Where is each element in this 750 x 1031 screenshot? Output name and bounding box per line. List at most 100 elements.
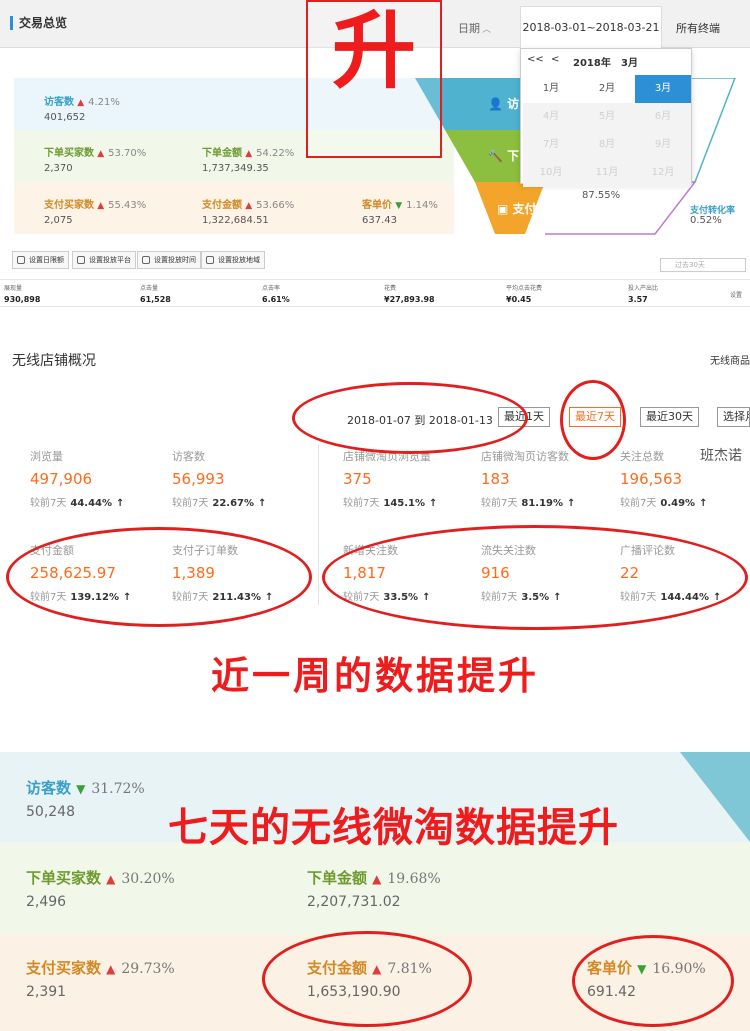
rise-annotation-box: 升 [306, 0, 442, 158]
mobile-products-link[interactable]: 无线商品 [710, 352, 750, 367]
down-arrow-icon: ▼ [395, 201, 403, 211]
location-icon [206, 256, 214, 264]
settings-icon [77, 256, 85, 264]
up-arrow-icon: ↑ [264, 592, 274, 603]
funnel-pay-label: ▣ 支付 [497, 202, 537, 216]
up-arrow-icon: ↑ [122, 592, 132, 603]
stat-clicks: 点击量 61,528 [140, 285, 171, 304]
up-arrow-icon: ↑ [429, 498, 438, 509]
month-cell-disabled: 4月 [523, 103, 579, 131]
calendar-month-grid: 1月 2月 3月 4月 5月 6月 7月 8月 9月 10月 11月 12月 [521, 71, 691, 187]
set-time-button[interactable]: 设置投放时间 [137, 251, 201, 269]
metric-unit-price: 客单价 ▼ 16.90% 691.42 [587, 959, 706, 1000]
clock-icon [142, 256, 150, 264]
metric-visitors: 访客数 ▼ 31.72% 50,248 [26, 779, 145, 820]
up-arrow-icon: ↑ [699, 498, 708, 509]
down-arrow-icon: ▼ [76, 782, 86, 796]
month-cell-selected[interactable]: 3月 [635, 75, 691, 103]
overview-title: 交易总览 [10, 16, 67, 30]
up-arrow-icon: ↑ [422, 592, 431, 603]
metric-pay-amount: 支付金额 ▲ 53.66% 1,322,684.51 [202, 200, 295, 226]
settings-icon [17, 256, 25, 264]
metric-pay-buyers: 支付买家数 ▲ 55.43% 2,075 [44, 200, 147, 226]
month-cell[interactable]: 2月 [579, 75, 635, 103]
chevron-up-icon: ︿ [482, 25, 492, 35]
metric-order-amount: 下单金额 ▲ 54.22% 1,737,349.35 [202, 148, 295, 174]
metric-pay-buyers: 支付买家数 ▲ 29.73% 2,391 [26, 959, 175, 1000]
funnel-rate-1: 87.55% [582, 190, 621, 201]
kpi-payment-amount: 支付金额 258,625.97 较前7天 139.12% ↑ [30, 544, 132, 603]
weekly-funnel-zoom: 访客数 ▼ 31.72% 50,248 下单买家数 ▲ 30.20% 2,496 下… [0, 745, 750, 1031]
user-icon: 👤 [488, 97, 508, 111]
weekly-improvement-caption: 近一周的数据提升 [210, 654, 539, 698]
up-arrow-icon: ↑ [553, 592, 562, 603]
terminal-select[interactable]: 所有终端 [676, 20, 720, 36]
month-cell-disabled: 5月 [579, 103, 635, 131]
date-range-text: 2018-01-07 到 2018-01-13 [347, 414, 493, 427]
settings-link[interactable]: 设置 [730, 290, 742, 299]
month-cell-disabled: 7月 [523, 131, 579, 159]
kpi-weitao-visitors: 店铺微淘页访客数 183 较前7天 81.19% ↑ [481, 450, 576, 509]
month-calendar-dropdown[interactable]: << < 2018年 3月 1月 2月 3月 4月 5月 6月 7月 8月 9月… [520, 48, 692, 187]
section-title: 无线店铺概况 [12, 353, 96, 369]
set-platform-button[interactable]: 设置投放平台 [72, 251, 136, 269]
stat-ctr: 点击率 6.61% [262, 285, 290, 304]
metric-order-buyers: 下单买家数 ▲ 30.20% 2,496 [26, 869, 175, 910]
up-arrow-icon: ↑ [712, 592, 722, 603]
last-30-days-button[interactable]: 最近30天 [640, 407, 699, 427]
trade-overview-panel: 交易总览 日期 ︿ 2018-03-01~2018-03-21 所有终端 👤 访 … [0, 0, 750, 330]
metric-order-buyers: 下单买家数 ▲ 53.70% 2,370 [44, 148, 147, 174]
calendar-year: 2018年 [573, 58, 611, 69]
set-daily-limit-button[interactable]: 设置日限额 [12, 251, 69, 269]
metric-order-amount: 下单金额 ▲ 19.68% 2,207,731.02 [307, 869, 441, 910]
up-arrow-icon: ▲ [245, 201, 253, 211]
stat-impressions: 展现量 930,898 [4, 285, 41, 304]
metric-unit-price: 客单价 ▼ 1.14% 637.43 [362, 200, 438, 226]
month-cell-disabled: 8月 [579, 131, 635, 159]
kpi-broadcast-comments: 广播评论数 22 较前7天 144.44% ↑ [620, 544, 722, 603]
up-arrow-icon: ▲ [372, 962, 382, 976]
pay-conversion-value: 0.52% [690, 215, 722, 226]
date-filter[interactable]: 日期 ︿ [458, 20, 491, 36]
funnel-visit-label: 👤 访 [488, 97, 520, 111]
up-arrow-icon: ▲ [106, 962, 116, 976]
calendar-month: 3月 [621, 58, 638, 69]
period-select[interactable]: 过去30天 [660, 258, 746, 272]
month-cell[interactable]: 1月 [523, 75, 579, 103]
prev-year-button[interactable]: << [527, 54, 544, 65]
date-range-picker[interactable]: 2018-03-01~2018-03-21 [520, 6, 662, 48]
month-cell-disabled: 12月 [635, 159, 691, 187]
up-arrow-icon: ▲ [245, 149, 253, 159]
kpi-total-followers: 关注总数 196,563 较前7天 0.49% ↑ [620, 450, 708, 509]
kpi-weitao-pageviews: 店铺微淘页浏览量 375 较前7天 145.1% ↑ [343, 450, 438, 509]
up-arrow-icon: ▲ [77, 98, 85, 108]
prev-month-button[interactable]: < [551, 54, 559, 65]
up-arrow-icon: ↑ [258, 498, 267, 509]
month-cell-disabled: 6月 [635, 103, 691, 131]
up-arrow-icon: ▲ [372, 872, 382, 886]
metric-pay-amount: 支付金额 ▲ 7.81% 1,653,190.90 [307, 959, 432, 1000]
seven-day-improvement-caption: 七天的无线微淘数据提升 [168, 805, 619, 851]
select-month-button[interactable]: 选择月 [717, 407, 750, 427]
month-cell-disabled: 10月 [523, 159, 579, 187]
metric-visitors: 访客数 ▲ 4.21% 401,652 [44, 97, 120, 123]
up-arrow-icon: ↑ [567, 498, 576, 509]
funnel-edge-decoration [680, 752, 750, 842]
up-arrow-icon: ↑ [116, 498, 125, 509]
kpi-pageviews: 浏览量 497,906 较前7天 44.44% ↑ [30, 450, 125, 509]
funnel-order-label: 🔨 下 [488, 149, 520, 163]
wallet-icon: ▣ [497, 202, 513, 216]
month-cell-disabled: 11月 [579, 159, 635, 187]
date-filter-label: 日期 [458, 22, 480, 35]
up-arrow-icon: ▲ [97, 149, 105, 159]
set-region-button[interactable]: 设置投放地域 [201, 251, 265, 269]
kpi-new-followers: 新增关注数 1,817 较前7天 33.5% ↑ [343, 544, 431, 603]
ad-stats-row: 展现量 930,898 点击量 61,528 点击率 6.61% 花费 ¥27,893.… [0, 279, 750, 307]
kpi-payment-suborders: 支付子订单数 1,389 较前7天 211.43% ↑ [172, 544, 274, 603]
kpi-visitors: 访客数 56,993 较前7天 22.67% ↑ [172, 450, 267, 509]
stat-roi: 投入产出比 3.57 [628, 285, 659, 304]
column-divider [318, 445, 319, 605]
last-1-day-button[interactable]: 最近1天 [498, 407, 550, 427]
down-arrow-icon: ▼ [637, 962, 647, 976]
last-7-days-button[interactable]: 最近7天 [569, 407, 621, 427]
